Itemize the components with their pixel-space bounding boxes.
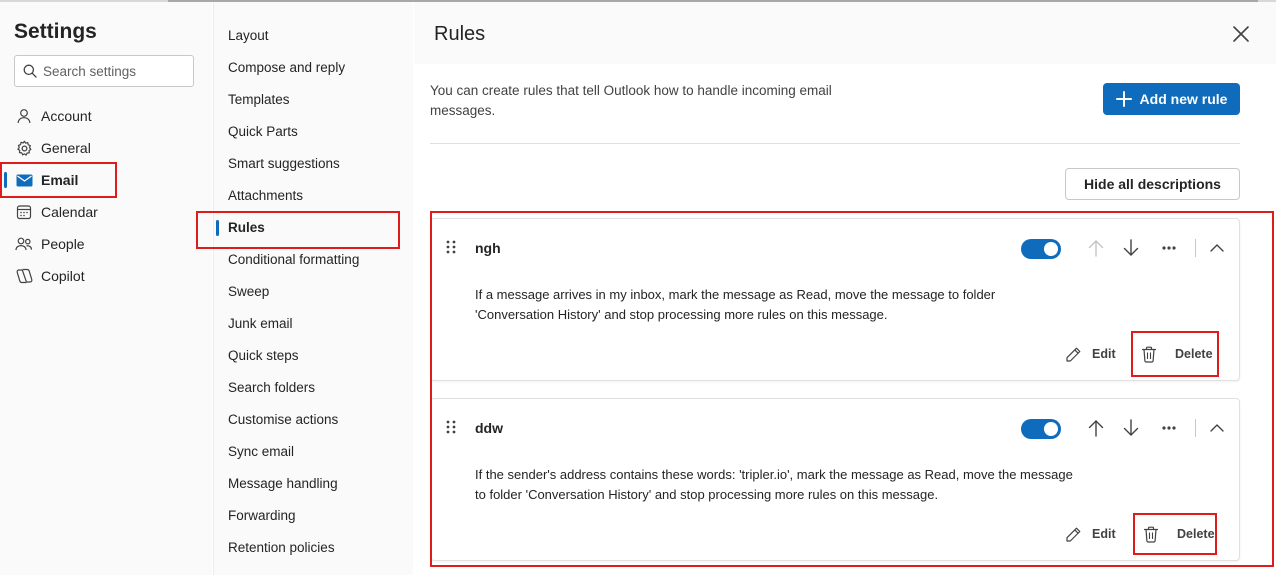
nav-item-label: Calendar [41, 204, 98, 220]
nav-item-general[interactable]: General [0, 133, 212, 163]
rules-intro-text: You can create rules that tell Outlook h… [430, 83, 832, 118]
copilot-icon [15, 268, 33, 284]
settings-nav-pane: Settings Account General Email Calendar … [0, 2, 212, 575]
menu-item-search-folders[interactable]: Search folders [214, 373, 414, 403]
menu-item-sync-email[interactable]: Sync email [214, 437, 414, 467]
menu-item-label: Search folders [228, 380, 316, 395]
nav-item-account[interactable]: Account [0, 101, 212, 131]
hide-all-descriptions-button[interactable]: Hide all descriptions [1065, 168, 1240, 200]
gear-icon [15, 140, 33, 156]
menu-item-label: Templates [228, 92, 290, 107]
plus-icon [1115, 91, 1132, 107]
nav-item-label: General [41, 140, 91, 156]
menu-item-label: Sync email [228, 444, 295, 459]
menu-item-conditional-formatting[interactable]: Conditional formatting [214, 245, 414, 275]
menu-item-retention-policies[interactable]: Retention policies [214, 533, 414, 563]
person-icon [15, 108, 33, 124]
menu-item-label: Attachments [228, 188, 304, 203]
menu-item-label: Quick Parts [228, 124, 298, 139]
nav-item-copilot[interactable]: Copilot [0, 261, 212, 291]
active-indicator [4, 172, 7, 188]
menu-item-customise-actions[interactable]: Customise actions [214, 405, 414, 435]
menu-item-rules[interactable]: Rules [214, 213, 414, 243]
people-icon [15, 236, 33, 252]
nav-item-people[interactable]: People [0, 229, 212, 259]
add-new-rule-label: Add new rule [1139, 91, 1228, 107]
nav-item-email[interactable]: Email [0, 165, 212, 195]
menu-item-quick-steps[interactable]: Quick steps [214, 341, 414, 371]
add-new-rule-button[interactable]: Add new rule [1103, 83, 1240, 115]
menu-item-label: Forwarding [228, 508, 296, 523]
menu-item-label: Rules [228, 220, 265, 235]
menu-item-forwarding[interactable]: Forwarding [214, 501, 414, 531]
menu-item-label: Customise actions [228, 412, 339, 427]
page-title: Rules [434, 23, 486, 45]
rules-panel: Rules You can create rules that tell Out… [414, 2, 1276, 575]
menu-item-templates[interactable]: Templates [214, 85, 414, 115]
menu-item-label: Compose and reply [228, 60, 346, 75]
nav-item-label: People [41, 236, 85, 252]
nav-item-label: Email [41, 172, 79, 188]
menu-item-smart-suggestions[interactable]: Smart suggestions [214, 149, 414, 179]
menu-item-label: Quick steps [228, 348, 299, 363]
panel-header: Rules [414, 2, 1276, 64]
menu-item-label: Junk email [228, 316, 293, 331]
settings-title: Settings [14, 20, 97, 43]
menu-item-compose-and-reply[interactable]: Compose and reply [214, 53, 414, 83]
menu-item-label: Message handling [228, 476, 338, 491]
close-button[interactable] [1229, 22, 1253, 46]
search-settings-input[interactable] [43, 63, 183, 79]
rules-content: You can create rules that tell Outlook h… [414, 64, 1276, 575]
nav-item-label: Account [41, 108, 92, 124]
nav-item-calendar[interactable]: Calendar [0, 197, 212, 227]
divider [430, 143, 1240, 144]
nav-item-label: Copilot [41, 268, 85, 284]
active-indicator [216, 220, 219, 236]
email-settings-menu: Layout Compose and reply Templates Quick… [213, 2, 413, 575]
search-settings-box[interactable] [14, 55, 194, 87]
menu-item-sweep[interactable]: Sweep [214, 277, 414, 307]
mail-icon [15, 172, 33, 188]
menu-item-label: Conditional formatting [228, 252, 360, 267]
calendar-icon [15, 204, 33, 220]
menu-item-label: Layout [228, 28, 269, 43]
menu-item-label: Smart suggestions [228, 156, 340, 171]
menu-item-label: Retention policies [228, 540, 335, 555]
menu-item-label: Sweep [228, 284, 270, 299]
menu-item-quick-parts[interactable]: Quick Parts [214, 117, 414, 147]
menu-item-junk-email[interactable]: Junk email [214, 309, 414, 339]
rules-list-highlight [430, 211, 1274, 567]
menu-item-layout[interactable]: Layout [214, 21, 414, 51]
menu-item-attachments[interactable]: Attachments [214, 181, 414, 211]
search-icon [23, 64, 37, 78]
close-icon [1233, 26, 1249, 42]
menu-item-message-handling[interactable]: Message handling [214, 469, 414, 499]
